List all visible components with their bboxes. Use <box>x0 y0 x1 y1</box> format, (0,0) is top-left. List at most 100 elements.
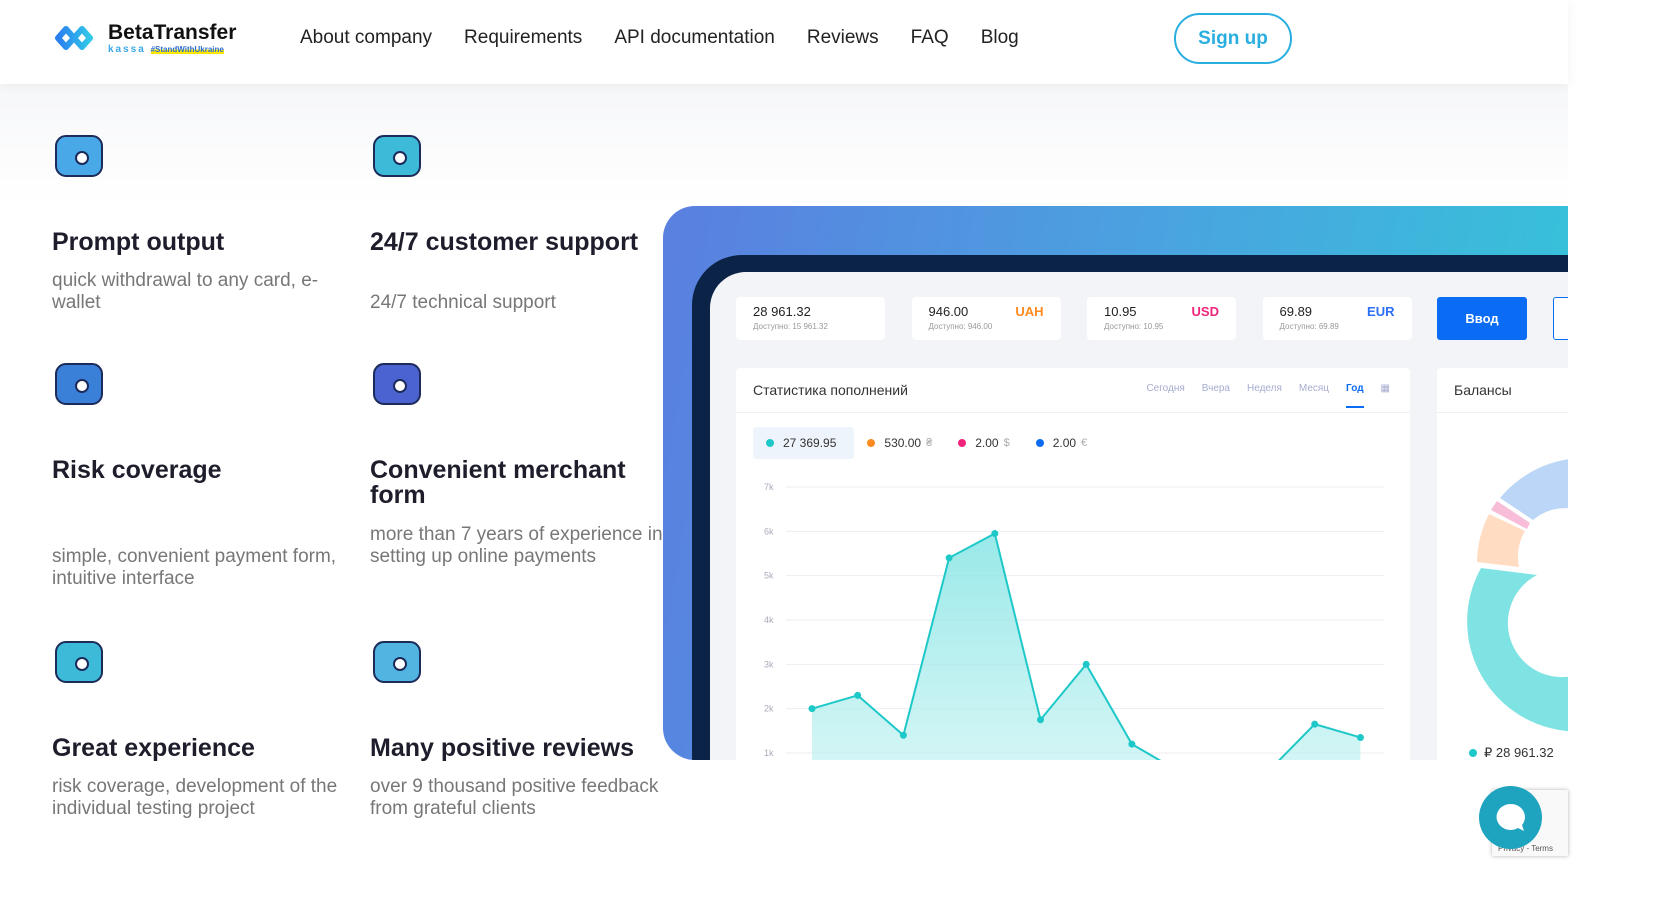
logo[interactable]: BetaTransfer kassa #StandWithUkraine <box>52 20 236 56</box>
calendar-icon[interactable]: ▦ <box>1381 383 1390 408</box>
data-point <box>808 705 816 713</box>
balances-card: Балансы ₽ 28 961.32 <box>1437 368 1568 760</box>
card-available: Доступно: 946.00 <box>928 322 993 331</box>
data-point <box>1311 720 1319 728</box>
donut-slice-rub <box>1467 568 1568 732</box>
balances-donut <box>1467 459 1568 732</box>
balance-total: ₽ 28 961.32 <box>1484 745 1554 760</box>
y-tick-label: 4k <box>764 615 774 625</box>
signup-button[interactable]: Sign up <box>1174 13 1292 64</box>
legend-item[interactable]: 2.00 € <box>1023 427 1100 459</box>
feature-item: Convenient merchant form more than 7 yea… <box>370 354 670 567</box>
legend-dot <box>766 439 774 447</box>
feature-item: Prompt output quick withdrawal to any ca… <box>52 126 352 313</box>
dashboard-preview: 28 961.32 Доступно: 15 961.32 946.00 UAH… <box>663 206 1568 760</box>
scrollbar-area[interactable] <box>1568 0 1664 913</box>
balances-title: Балансы <box>1437 368 1568 413</box>
feature-desc: more than 7 years of experience in setti… <box>370 524 663 567</box>
wallet-icon <box>55 135 103 177</box>
feature-title: Great experience <box>52 734 255 762</box>
deposit-button[interactable]: Ввод <box>1437 297 1527 340</box>
device-frame: 28 961.32 Доступно: 15 961.32 946.00 UAH… <box>692 255 1568 760</box>
feature-item: Great experience risk coverage, developm… <box>52 632 352 819</box>
card-available: Доступно: 69.89 <box>1279 322 1339 331</box>
data-point <box>899 731 907 739</box>
y-tick-label: 3k <box>764 659 774 669</box>
legend-dot <box>958 439 967 447</box>
y-tick-label: 5k <box>764 571 774 581</box>
data-point <box>945 554 953 562</box>
infinity-logo-icon <box>55 26 93 50</box>
card-currency: UAH <box>1015 304 1044 319</box>
brand-sub: kassa <box>108 43 146 55</box>
period-tab[interactable]: Вчера <box>1202 383 1230 408</box>
y-tick-label: 6k <box>764 526 774 536</box>
nav-api-docs[interactable]: API documentation <box>614 27 775 49</box>
period-tab[interactable]: Год <box>1346 383 1364 408</box>
nav-blog[interactable]: Blog <box>981 27 1019 49</box>
feature-item: Risk coverage simple, convenient payment… <box>52 354 352 589</box>
y-tick-label: 1k <box>764 748 774 758</box>
legend-item[interactable]: 27 369.95 <box>753 427 855 459</box>
site-header: BetaTransfer kassa #StandWithUkraine Abo… <box>0 0 1568 84</box>
feature-title: Convenient merchant form <box>370 456 626 509</box>
period-tab[interactable]: Месяц <box>1299 383 1329 408</box>
feature-title: 24/7 customer support <box>370 228 639 256</box>
card-currency: EUR <box>1367 304 1395 319</box>
feature-desc: 24/7 technical support <box>370 292 556 313</box>
balance-card: 28 961.32 Доступно: 15 961.32 <box>736 297 885 340</box>
balance-card: 946.00 UAH Доступно: 946.00 <box>911 297 1061 340</box>
stats-title: Статистика пополнений <box>753 382 908 398</box>
nav-faq[interactable]: FAQ <box>911 27 949 49</box>
data-point <box>1356 733 1364 741</box>
card-currency: USD <box>1191 304 1219 319</box>
chess-icon <box>55 363 103 405</box>
data-point <box>991 530 999 538</box>
legend-item[interactable]: 2.00 $ <box>945 427 1022 459</box>
period-tab[interactable]: Сегодня <box>1146 383 1184 408</box>
data-point <box>854 691 862 699</box>
y-tick-label: 2k <box>764 704 774 714</box>
brand-name: BetaTransfer <box>108 20 237 44</box>
feature-desc: over 9 thousand positive feedback from g… <box>370 776 659 819</box>
balance-card: 10.95 USD Доступно: 10.95 <box>1087 297 1236 340</box>
nav-requirements[interactable]: Requirements <box>464 27 582 49</box>
legend-symbol: ₴ <box>926 437 933 449</box>
feature-desc: risk coverage, development of the indivi… <box>52 776 338 819</box>
support-agent-icon <box>373 135 421 177</box>
feature-item: Many positive reviews over 9 thousand po… <box>370 632 670 819</box>
safe-icon <box>55 641 103 683</box>
main-nav: About company Requirements API documenta… <box>300 27 1019 49</box>
legend-item[interactable]: 530.00 ₴ <box>854 427 945 459</box>
envelope-letter-icon <box>373 641 421 683</box>
period-tab[interactable]: Неделя <box>1247 383 1282 408</box>
deposits-chart: 1k 2k 3k 4k 5k 6k 7k <box>764 482 1384 760</box>
legend-dot <box>867 439 876 447</box>
legend-dot <box>1035 439 1044 447</box>
card-available: Доступно: 10.95 <box>1104 322 1164 331</box>
legend-symbol: $ <box>1003 437 1010 449</box>
data-point <box>1037 716 1044 724</box>
feature-title: Risk coverage <box>52 456 222 484</box>
feature-item: 24/7 customer support 24/7 technical sup… <box>370 126 670 313</box>
balance-card: 69.89 EUR Доступно: 69.89 <box>1262 297 1412 340</box>
stats-card: Статистика пополнений Сегодня Вчера Неделя… <box>736 368 1410 760</box>
feature-desc: simple, convenient payment form, intuiti… <box>52 546 337 589</box>
legend-value: 2.00 <box>1052 436 1077 450</box>
phone-form-icon <box>373 363 421 405</box>
legend-dot <box>1469 749 1477 757</box>
data-point <box>1128 740 1136 748</box>
chat-button[interactable] <box>1479 786 1542 849</box>
card-available: Доступно: 15 961.32 <box>753 322 828 331</box>
legend-value: 2.00 <box>975 436 999 450</box>
chat-bubble-icon <box>1496 803 1525 831</box>
secondary-button[interactable] <box>1553 297 1568 340</box>
feature-title: Prompt output <box>52 228 225 256</box>
data-point <box>1082 660 1090 668</box>
legend-symbol: € <box>1081 437 1088 449</box>
nav-reviews[interactable]: Reviews <box>807 27 879 49</box>
nav-about[interactable]: About company <box>300 27 432 49</box>
feature-title: Many positive reviews <box>370 734 635 762</box>
dashboard-screen: 28 961.32 Доступно: 15 961.32 946.00 UAH… <box>710 272 1568 760</box>
brand-tag: #StandWithUkraine <box>150 44 224 54</box>
